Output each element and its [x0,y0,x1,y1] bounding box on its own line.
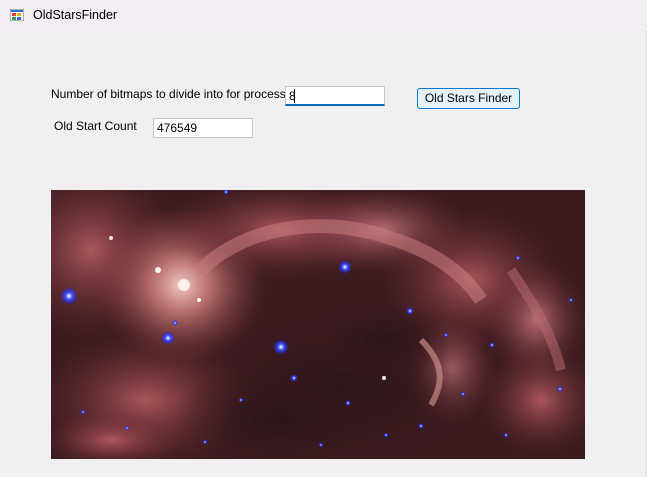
old-stars-finder-button[interactable]: Old Stars Finder [417,88,520,109]
old-star-count-field[interactable] [153,118,253,138]
bitmaps-count-label: Number of bitmaps to divide into for pro… [51,87,306,101]
bitmaps-count-input[interactable] [285,86,385,106]
old-star-count-label: Old Start Count [54,119,137,133]
title-bar[interactable]: OldStarsFinder [0,0,647,31]
nebula-picture-box [51,190,585,459]
app-icon [10,9,24,21]
app-window: OldStarsFinder Number of bitmaps to divi… [0,0,647,477]
window-title: OldStarsFinder [33,8,118,22]
text-caret [294,89,295,103]
